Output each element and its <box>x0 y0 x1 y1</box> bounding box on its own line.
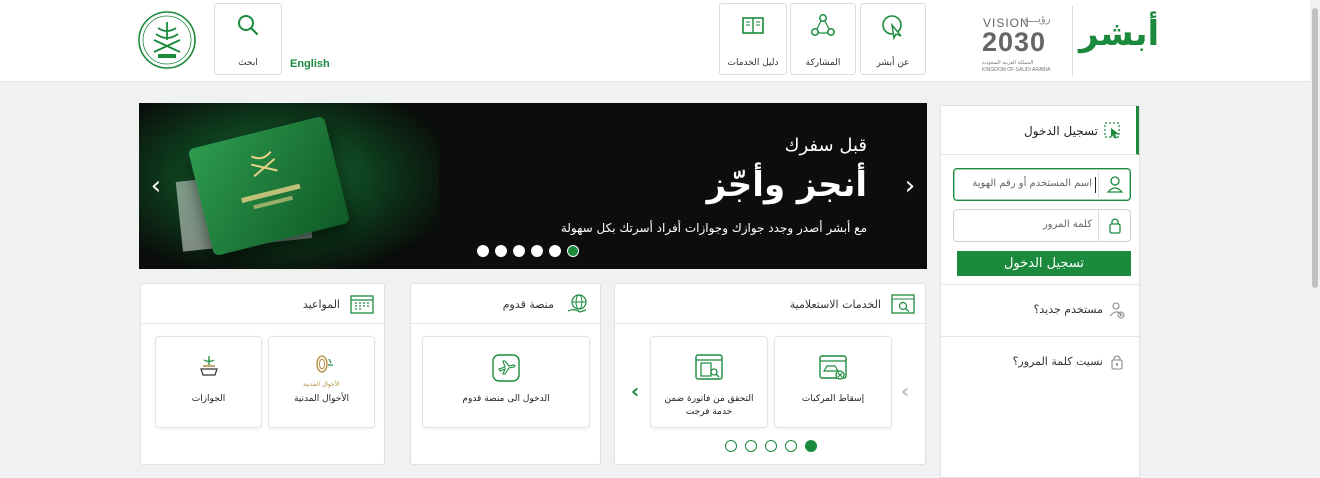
globe-hand-icon <box>567 294 587 313</box>
password-field[interactable]: كلمة المرور <box>953 209 1131 242</box>
inquiry-dot[interactable] <box>745 440 757 452</box>
scrollbar-thumb[interactable] <box>1312 8 1318 288</box>
login-title: تسجيل الدخول <box>1024 124 1098 138</box>
vision-ar-text: رؤيـــة <box>1024 14 1051 25</box>
services-guide-button[interactable]: دليل الخدمات <box>719 3 787 75</box>
search-button[interactable]: ابحث <box>214 3 282 75</box>
inquiry-prev-arrow[interactable]: ‹ <box>901 379 909 403</box>
inquiry-pagination <box>725 440 817 452</box>
network-icon <box>811 14 835 36</box>
calendar-icon <box>350 295 374 314</box>
saudi-emblem-logo <box>136 10 198 70</box>
new-user-link[interactable]: مستخدم جديد؟ <box>941 284 1141 336</box>
hero-dot[interactable] <box>495 245 507 257</box>
book-icon <box>742 17 764 34</box>
hero-prev-arrow[interactable]: ‹ <box>145 173 167 199</box>
forgot-password-label: نسيت كلمة المرور؟ <box>1012 355 1103 368</box>
participation-button[interactable]: المشاركة <box>790 3 856 75</box>
farajat-invoice-label: التحقق من فاتورة ضمن خدمة فرجت <box>664 394 754 417</box>
new-user-label: مستخدم جديد؟ <box>1033 303 1103 316</box>
nav-label-services-guide: دليل الخدمات <box>727 58 779 68</box>
hero-next-arrow[interactable]: › <box>899 173 921 199</box>
inquiry-next-arrow[interactable]: ‹ <box>631 379 639 403</box>
nav-label-participation: المشاركة <box>805 58 841 68</box>
hero-dot[interactable] <box>531 245 543 257</box>
inquiry-dot[interactable] <box>785 440 797 452</box>
vehicle-drop-label: إسقاط المركبات <box>801 394 865 404</box>
top-header: ابحث English دليل الخدمات المشاركة عن أب… <box>0 0 1310 82</box>
appointments-card: المواعيد الأحوال المدنية الأحوال المدنية… <box>140 283 385 465</box>
passports-label: الجوازات <box>191 394 226 404</box>
kingdom-ar-text: المملكة العربية السعودية <box>982 60 1034 66</box>
qudoom-platform-card: منصة قدوم الدخول الى منصة قدوم <box>410 283 601 465</box>
hero-dot-active[interactable] <box>567 245 579 257</box>
cursor-click-icon <box>1104 122 1120 139</box>
vision-2030-logo: VISION رؤيـــة 2030 المملكة العربية السع… <box>980 10 1070 74</box>
hero-dot[interactable] <box>513 245 525 257</box>
inquiry-dot[interactable] <box>725 440 737 452</box>
username-icon-box <box>1098 169 1130 200</box>
qudoom-login-label: الدخول الى منصة قدوم <box>462 394 550 404</box>
username-placeholder: اسم المستخدم أو رقم الهوية <box>972 178 1092 189</box>
vehicle-drop-tile[interactable]: إسقاط المركبات <box>774 336 892 428</box>
farajat-invoice-tile[interactable]: التحقق من فاتورة ضمن خدمة فرجت <box>650 336 768 428</box>
language-switch-link[interactable]: English <box>290 58 330 70</box>
document-search-icon <box>695 354 723 380</box>
vertical-scrollbar[interactable] <box>1310 0 1320 478</box>
forgot-password-link[interactable]: نسيت كلمة المرور؟ <box>941 336 1141 388</box>
hero-headline: أنجز وأجّز <box>706 165 867 205</box>
absher-logo-text: أبشر <box>1079 14 1160 54</box>
add-user-icon <box>1109 302 1125 319</box>
password-placeholder: كلمة المرور <box>1042 219 1092 230</box>
login-panel: تسجيل الدخول اسم المستخدم أو رقم الهوية … <box>940 105 1141 478</box>
login-header: تسجيل الدخول <box>941 106 1139 155</box>
hero-banner[interactable]: قبل سفرك أنجز وأجّز مع أبشر أصدر وجدد جو… <box>139 103 927 269</box>
appointments-card-title: المواعيد <box>302 298 340 311</box>
hero-line-1: قبل سفرك <box>784 135 867 156</box>
hero-dot[interactable] <box>549 245 561 257</box>
civil-affairs-tile[interactable]: الأحوال المدنية الأحوال المدنية <box>268 336 375 428</box>
user-icon <box>1106 176 1124 193</box>
passports-emblem-icon <box>199 356 218 376</box>
about-absher-button[interactable]: عن أبشر <box>860 3 926 75</box>
login-button[interactable]: تسجيل الدخول <box>957 251 1131 276</box>
civil-affairs-label: الأحوال المدنية <box>294 394 349 404</box>
search-window-icon <box>891 294 915 314</box>
lock-question-icon <box>1111 355 1123 370</box>
hero-dot[interactable] <box>477 245 489 257</box>
inquiry-dot-active[interactable] <box>805 440 817 452</box>
nav-label-about: عن أبشر <box>876 58 910 68</box>
passports-tile[interactable]: الجوازات <box>155 336 262 428</box>
civil-affairs-logo-text: الأحوال المدنية <box>303 381 340 388</box>
civil-affairs-logo-icon <box>315 355 333 373</box>
hero-pagination <box>477 245 579 257</box>
appointments-card-header: المواعيد <box>141 284 384 324</box>
qudoom-card-header: منصة قدوم <box>411 284 600 324</box>
password-icon-box <box>1098 210 1130 241</box>
kingdom-en-text: KINGDOM OF SAUDI ARABIA <box>982 67 1051 73</box>
absher-logo[interactable]: أبشر <box>1072 6 1159 76</box>
text-caret <box>1095 177 1096 193</box>
qudoom-card-title: منصة قدوم <box>502 298 554 311</box>
search-label: ابحث <box>238 58 258 68</box>
search-icon <box>238 15 259 36</box>
qudoom-login-tile[interactable]: الدخول الى منصة قدوم <box>422 336 590 428</box>
inquiry-dot[interactable] <box>765 440 777 452</box>
hero-description: مع أبشر أصدر وجدد جوازك وجوازات أفراد أس… <box>560 221 867 235</box>
inquiry-card-title: الخدمات الاستعلامية <box>789 298 881 311</box>
inquiry-services-card: الخدمات الاستعلامية ‹ إسقاط المركبات الت… <box>614 283 926 465</box>
car-cancel-icon <box>819 355 847 380</box>
inquiry-card-header: الخدمات الاستعلامية <box>615 284 925 324</box>
username-field[interactable]: اسم المستخدم أو رقم الهوية <box>953 168 1131 201</box>
lock-icon <box>1109 218 1121 234</box>
vision-year: 2030 <box>982 27 1047 57</box>
pointer-info-icon <box>882 15 902 40</box>
airplane-icon <box>492 354 520 382</box>
